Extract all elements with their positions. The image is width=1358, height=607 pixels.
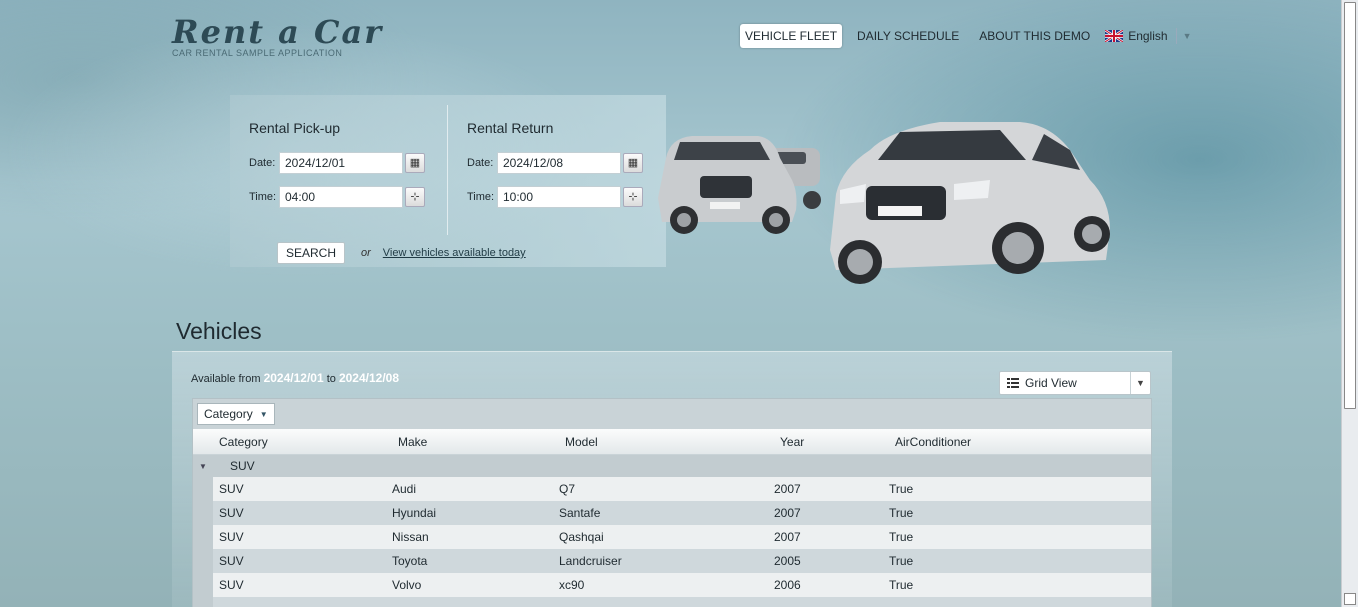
cell-year: 2007: [774, 506, 801, 520]
nav-daily-schedule[interactable]: DAILY SCHEDULE: [852, 24, 964, 48]
group-row-suv[interactable]: ▼ SUV: [193, 455, 1151, 477]
search-actions: SEARCH or View vehicles available today: [277, 242, 526, 264]
cell-airconditioner: True: [889, 506, 914, 520]
cell-category: SUV: [219, 506, 244, 520]
return-time-input[interactable]: 10:00: [497, 186, 621, 208]
sort-down-icon[interactable]: ▼: [260, 410, 268, 419]
cell-make: Hyundai: [392, 506, 437, 520]
search-button[interactable]: SEARCH: [277, 242, 346, 264]
availability-text: Available from 2024/12/01 to 2024/12/08: [191, 371, 399, 385]
calendar-icon[interactable]: ▦: [405, 153, 425, 173]
cars-illustration: [658, 122, 1110, 284]
cell-make: Nissan: [392, 530, 429, 544]
cell-airconditioner: True: [889, 578, 914, 592]
cell-model: Landcruiser: [559, 554, 622, 568]
table-row[interactable]: SUV Volvo xc90 2006 True: [193, 573, 1151, 597]
pickup-section: Rental Pick-up Date: 2024/12/01 ▦ Time: …: [249, 120, 425, 220]
pickup-time-label: Time:: [249, 191, 277, 203]
cell-make: Toyota: [392, 554, 428, 568]
table-row[interactable]: SUV Hyundai Santafe 2007 True: [193, 501, 1151, 525]
column-header-make[interactable]: Make: [398, 435, 565, 449]
cell-model: Qashqai: [559, 530, 604, 544]
vehicles-title: Vehicles: [176, 318, 262, 344]
column-header-model[interactable]: Model: [565, 435, 780, 449]
group-row-label: SUV: [230, 459, 255, 473]
cell-year: 2005: [774, 554, 801, 568]
cell-category: SUV: [219, 482, 244, 496]
cell-year: 2006: [774, 578, 801, 592]
pickup-title: Rental Pick-up: [249, 120, 341, 136]
available-to-word: to: [326, 373, 336, 385]
column-header-airconditioner[interactable]: AirConditioner: [895, 435, 1095, 449]
cell-model: Q7: [559, 482, 576, 496]
cell-make: Volvo: [392, 578, 422, 592]
nav-vehicle-fleet[interactable]: VEHICLE FLEET: [740, 24, 843, 48]
pickup-time-input[interactable]: 04:00: [279, 186, 403, 208]
cell-year: 2007: [774, 530, 801, 544]
column-headers: Category Make Model Year AirConditioner: [193, 429, 1151, 455]
group-chip-category[interactable]: Category ▼: [197, 403, 275, 425]
collapse-icon[interactable]: ▼: [193, 462, 230, 471]
return-section: Rental Return Date: 2024/12/08 ▦ Time: 1…: [467, 120, 643, 220]
available-to-date: 2024/12/08: [338, 371, 399, 385]
return-date-label: Date:: [467, 157, 494, 169]
language-label: English: [1128, 29, 1168, 43]
cell-model: xc90: [559, 578, 585, 592]
cell-category: SUV: [219, 578, 244, 592]
vehicles-section: Available from 2024/12/01 to 2024/12/08 …: [172, 351, 1172, 607]
view-today-link[interactable]: View vehicles available today: [383, 247, 526, 259]
available-from-date: 2024/12/01: [263, 371, 324, 385]
table-row[interactable]: [193, 597, 1151, 607]
uk-flag-icon: [1105, 30, 1124, 42]
logo[interactable]: Rent a Car CAR RENTAL SAMPLE APPLICATION: [172, 14, 383, 58]
group-panel: Category ▼: [193, 399, 1151, 429]
scrollbar-thumb[interactable]: [1344, 2, 1356, 409]
nav-about-demo[interactable]: ABOUT THIS DEMO: [974, 24, 1095, 48]
scrollbar-end-button[interactable]: [1344, 593, 1356, 605]
pickup-date-label: Date:: [249, 157, 276, 169]
table-row[interactable]: SUV Audi Q7 2007 True: [193, 477, 1151, 501]
grid-view-icon: [1007, 378, 1019, 388]
table-row[interactable]: SUV Toyota Landcruiser 2005 True: [193, 549, 1151, 573]
panel-divider: [447, 105, 448, 235]
language-selector[interactable]: English ▼: [1105, 28, 1191, 44]
return-date-input[interactable]: 2024/12/08: [497, 152, 621, 174]
chevron-down-icon[interactable]: ▼: [1175, 28, 1191, 44]
view-mode-select[interactable]: Grid View ▼: [999, 371, 1151, 395]
chevron-down-icon[interactable]: ▼: [1130, 372, 1150, 394]
car-large-icon: [830, 122, 1110, 284]
cell-airconditioner: True: [889, 554, 914, 568]
logo-title: Rent a Car: [172, 13, 384, 51]
cell-category: SUV: [219, 530, 244, 544]
car-medium-icon: [658, 136, 797, 234]
table-row[interactable]: SUV Nissan Qashqai 2007 True: [193, 525, 1151, 549]
column-header-year[interactable]: Year: [780, 435, 895, 449]
cell-make: Audi: [392, 482, 417, 496]
return-time-label: Time:: [467, 191, 495, 203]
cell-airconditioner: True: [889, 482, 914, 496]
page-scrollbar[interactable]: [1341, 0, 1358, 607]
cell-model: Santafe: [559, 506, 601, 520]
view-mode-label: Grid View: [1025, 376, 1077, 390]
clock-icon[interactable]: ⊹: [405, 187, 425, 207]
available-prefix: Available from: [191, 373, 261, 385]
pickup-date-input[interactable]: 2024/12/01: [279, 152, 403, 174]
column-header-category[interactable]: Category: [219, 435, 398, 449]
vehicles-grid: Category ▼ Category Make Model Year AirC…: [192, 398, 1152, 607]
cell-category: SUV: [219, 554, 244, 568]
search-panel: Rental Pick-up Date: 2024/12/01 ▦ Time: …: [230, 95, 666, 267]
or-text: or: [361, 247, 371, 259]
cell-airconditioner: True: [889, 530, 914, 544]
return-title: Rental Return: [467, 120, 554, 136]
cell-year: 2007: [774, 482, 801, 496]
group-chip-label: Category: [204, 407, 253, 421]
main-nav: VEHICLE FLEET DAILY SCHEDULE ABOUT THIS …: [740, 24, 1191, 48]
